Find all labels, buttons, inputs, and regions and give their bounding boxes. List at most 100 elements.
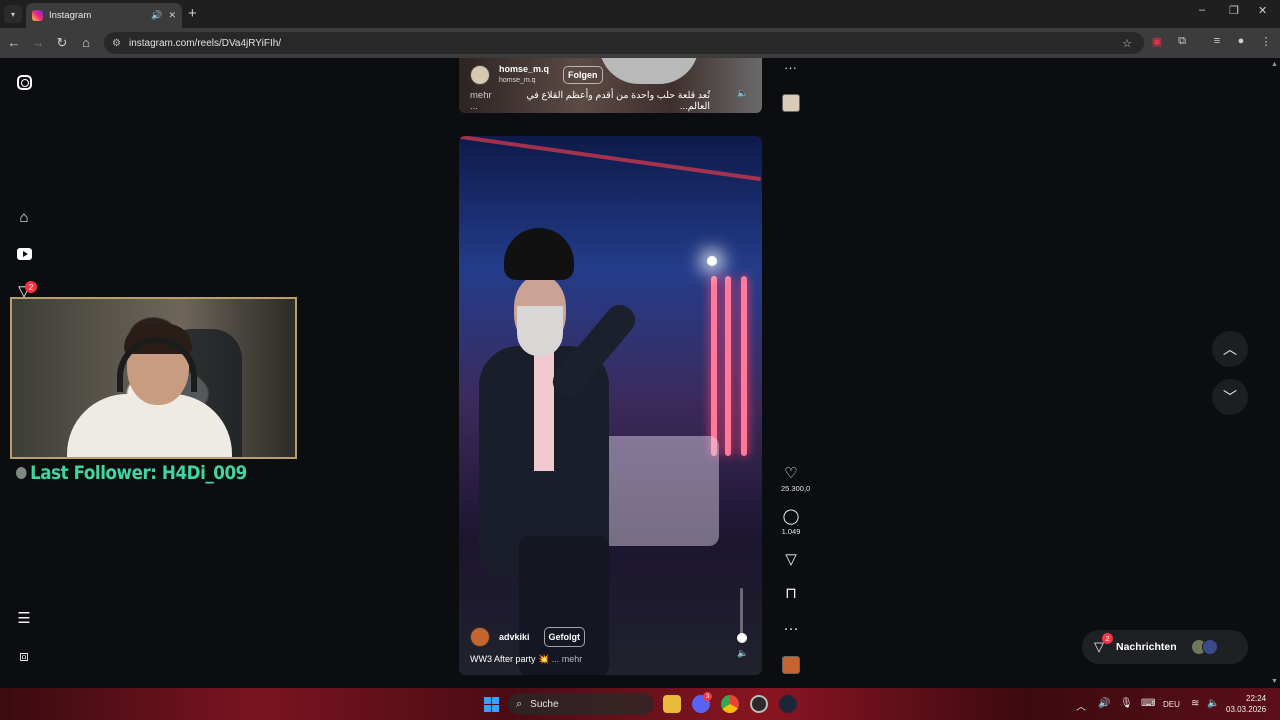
discord-badge: 3 xyxy=(703,692,712,701)
comment-icon[interactable]: ◯ xyxy=(781,509,801,525)
reel-caption: WW3 After party 💥 ... mehr xyxy=(470,654,582,665)
tab-close-icon[interactable]: ✕ xyxy=(168,10,176,21)
caption-text: تُعد قلعة حلب واحدة من أقدم وأعظم القلاع… xyxy=(526,90,710,112)
close-window-button[interactable]: ✕ xyxy=(1258,4,1267,17)
heart-icon[interactable]: ♡ xyxy=(781,466,801,482)
chevron-down-icon: ▾ xyxy=(10,9,15,19)
share-action[interactable]: ▽ xyxy=(781,552,801,568)
audio-thumbnail[interactable] xyxy=(782,94,800,112)
back-icon[interactable]: ← xyxy=(6,35,22,50)
username[interactable]: homse_m.q xyxy=(499,64,549,75)
messages-button[interactable]: ▽ 2 Nachrichten xyxy=(1082,630,1248,664)
browser-menu-icon[interactable]: ⋮ xyxy=(1258,35,1274,48)
address-bar[interactable]: ⚙ instagram.com/reels/DVa4jRYiFIh/ ☆ xyxy=(104,32,1144,54)
menu-icon[interactable]: ☰ xyxy=(15,609,33,627)
reload-icon[interactable]: ↻ xyxy=(54,35,70,51)
tab-audio-icon[interactable]: 🔊 xyxy=(151,10,162,21)
audio-thumbnail[interactable] xyxy=(782,656,800,674)
previous-reel-caption: mehr ... تُعد قلعة حلب واحدة من أقدم وأع… xyxy=(470,90,710,112)
more-icon[interactable]: ··· xyxy=(784,60,797,75)
more-link[interactable]: mehr ... xyxy=(470,90,501,112)
more-icon[interactable]: ··· xyxy=(781,621,801,637)
language-indicator[interactable]: DEU xyxy=(1163,700,1180,709)
bookmark-icon[interactable]: ⊓ xyxy=(781,586,801,602)
site-info-icon[interactable]: ⚙ xyxy=(112,38,121,49)
browser-tab-instagram[interactable]: Instagram 🔊 ✕ xyxy=(26,3,182,28)
comment-action[interactable]: ◯ 1.049 xyxy=(781,509,801,537)
last-follower-text: Last Follower: H4Di_009 xyxy=(30,462,247,484)
avatar[interactable] xyxy=(470,65,490,85)
volume-tray-icon[interactable]: 🔈 xyxy=(1207,698,1219,709)
scroll-down-arrow[interactable]: ▼ xyxy=(1271,678,1278,685)
windows-icon[interactable] xyxy=(484,697,499,712)
windows-taskbar: ⌕ Suche 3 ︿ 🔊 🎙 ⌨ DEU ≋ 🔈 22:24 03.03.20… xyxy=(0,688,1280,720)
minimize-button[interactable]: – xyxy=(1199,4,1205,16)
search-label: Suche xyxy=(530,698,559,710)
save-action[interactable]: ⊓ xyxy=(781,586,801,602)
speaker-icon[interactable]: 🔊 xyxy=(1098,698,1110,709)
subname: homse_m.q xyxy=(499,77,536,84)
new-tab-button[interactable]: + xyxy=(188,5,197,22)
messages-badge: 2 xyxy=(1102,633,1113,644)
instagram-favicon-icon xyxy=(32,10,43,21)
send-icon: ▽ 2 xyxy=(1094,633,1113,655)
reel-author: advkiki Gefolgt xyxy=(470,627,586,647)
reels-icon[interactable] xyxy=(15,245,33,263)
system-clock[interactable]: 22:24 03.03.2026 xyxy=(1226,693,1266,715)
steam-icon[interactable] xyxy=(779,695,797,713)
extension-icon[interactable]: ▣ xyxy=(1149,35,1165,48)
taskbar-search[interactable]: ⌕ Suche xyxy=(508,693,654,715)
wifi-icon[interactable]: ≋ xyxy=(1191,698,1199,709)
following-button[interactable]: Gefolgt xyxy=(543,627,586,647)
obs-icon[interactable] xyxy=(750,695,768,713)
mute-icon[interactable]: 🔈 xyxy=(737,88,748,99)
microphone-icon[interactable]: 🎙 xyxy=(1120,698,1133,709)
more-link[interactable]: ... mehr xyxy=(552,654,583,664)
home-icon[interactable]: ⌂ xyxy=(15,208,33,226)
like-count: 25.300,0 xyxy=(781,484,811,493)
next-reel-button[interactable]: ﹀ xyxy=(1212,379,1248,415)
tray-chevron-up-icon[interactable]: ︿ xyxy=(1076,698,1086,713)
webcam-overlay xyxy=(10,297,297,459)
follow-button[interactable]: Folgen xyxy=(563,66,603,84)
previous-reel-author: homse_m.q homse_m.q Folgen xyxy=(470,64,603,86)
browser-toolbar: ← → ↻ ⌂ ⚙ instagram.com/reels/DVa4jRYiFI… xyxy=(0,28,1280,58)
search-icon: ⌕ xyxy=(516,697,523,710)
messages-label: Nachrichten xyxy=(1116,641,1177,653)
clock-time: 22:24 xyxy=(1246,694,1267,703)
maximize-button[interactable]: ❐ xyxy=(1229,4,1239,17)
follower-avatar xyxy=(16,467,27,479)
like-action[interactable]: ♡ 25.300,0 xyxy=(781,466,811,494)
last-follower-label: Last Follower: H4Di_009 xyxy=(16,462,247,484)
profile-avatar-icon[interactable]: ● xyxy=(1233,35,1249,47)
username[interactable]: advkiki xyxy=(499,632,530,642)
forward-icon[interactable]: → xyxy=(30,35,46,50)
avatar xyxy=(1201,639,1218,655)
tab-title: Instagram xyxy=(49,10,92,21)
volume-knob[interactable] xyxy=(737,633,747,643)
instagram-icon[interactable] xyxy=(15,73,33,91)
reel-video[interactable] xyxy=(459,136,762,675)
chevron-down-icon: ﹀ xyxy=(1223,389,1237,405)
more-apps-icon[interactable]: ⧈ xyxy=(15,647,33,665)
home-browser-icon[interactable]: ⌂ xyxy=(78,35,94,50)
extensions-puzzle-icon[interactable]: ⧉ xyxy=(1174,35,1190,48)
bookmark-star-icon[interactable]: ☆ xyxy=(1122,37,1132,50)
instagram-page: ⌂ ▽ 2 ☰ ⧈ Last Follower: H4Di_009 homse_… xyxy=(0,58,1280,688)
share-icon[interactable]: ▽ xyxy=(781,552,801,568)
clock-date: 03.03.2026 xyxy=(1226,705,1267,714)
chrome-icon[interactable] xyxy=(721,695,739,713)
url-text: instagram.com/reels/DVa4jRYiFIh/ xyxy=(128,37,282,49)
volume-icon[interactable]: 🔈 xyxy=(737,648,748,659)
keyboard-icon[interactable]: ⌨ xyxy=(1141,698,1155,709)
notification-badge: 2 xyxy=(25,281,37,293)
previous-reel-button[interactable]: ︿ xyxy=(1212,331,1248,367)
scroll-up-arrow[interactable]: ▲ xyxy=(1271,61,1278,68)
chevron-up-icon: ︿ xyxy=(1223,341,1237,357)
file-explorer-icon[interactable] xyxy=(663,695,681,713)
avatar[interactable] xyxy=(470,627,490,647)
comment-count: 1.049 xyxy=(781,527,801,536)
more-action[interactable]: ··· xyxy=(781,621,801,637)
tab-search-button[interactable]: ▾ xyxy=(4,5,22,23)
media-control-icon[interactable]: ≡ xyxy=(1209,35,1225,47)
